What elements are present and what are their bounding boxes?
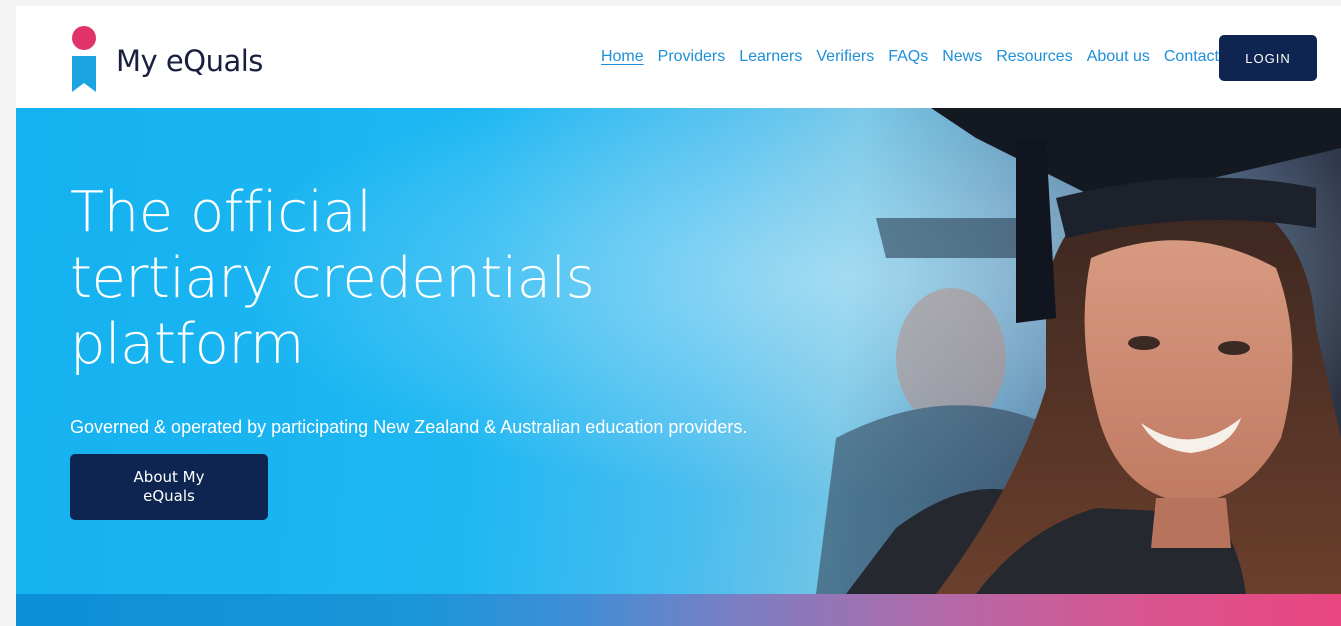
nav-link-home[interactable]: Home: [601, 48, 644, 66]
hero-title-line: tertiary credentials: [70, 246, 595, 311]
hero-subtitle: Governed & operated by participating New…: [70, 417, 748, 437]
nav-link-contact[interactable]: Contact: [1164, 48, 1219, 66]
hero-title-line: The official: [70, 180, 372, 245]
hero-banner: The official tertiary credentials platfo…: [16, 108, 1341, 594]
login-button[interactable]: LOGIN: [1219, 35, 1317, 81]
nav-link-news[interactable]: News: [942, 48, 982, 66]
hero-title-line: platform: [70, 312, 304, 377]
nav-link-about-us[interactable]: About us: [1087, 48, 1150, 66]
gradient-divider: [16, 594, 1341, 626]
brand-logo[interactable]: My eQuals: [68, 26, 288, 96]
nav-link-providers[interactable]: Providers: [658, 48, 726, 66]
nav-link-resources[interactable]: Resources: [996, 48, 1072, 66]
nav-link-verifiers[interactable]: Verifiers: [816, 48, 874, 66]
nav-link-learners[interactable]: Learners: [739, 48, 802, 66]
page: My eQuals Home Providers Learners Verifi…: [16, 0, 1341, 626]
hero-title: The official tertiary credentials platfo…: [70, 180, 595, 378]
logo-icon: [72, 26, 96, 92]
about-my-equals-button[interactable]: About My eQuals: [70, 454, 268, 520]
nav-link-faqs[interactable]: FAQs: [888, 48, 928, 66]
site-header: My eQuals Home Providers Learners Verifi…: [16, 0, 1341, 108]
brand-name: My eQuals: [116, 44, 263, 78]
main-nav: Home Providers Learners Verifiers FAQs N…: [601, 48, 1219, 66]
